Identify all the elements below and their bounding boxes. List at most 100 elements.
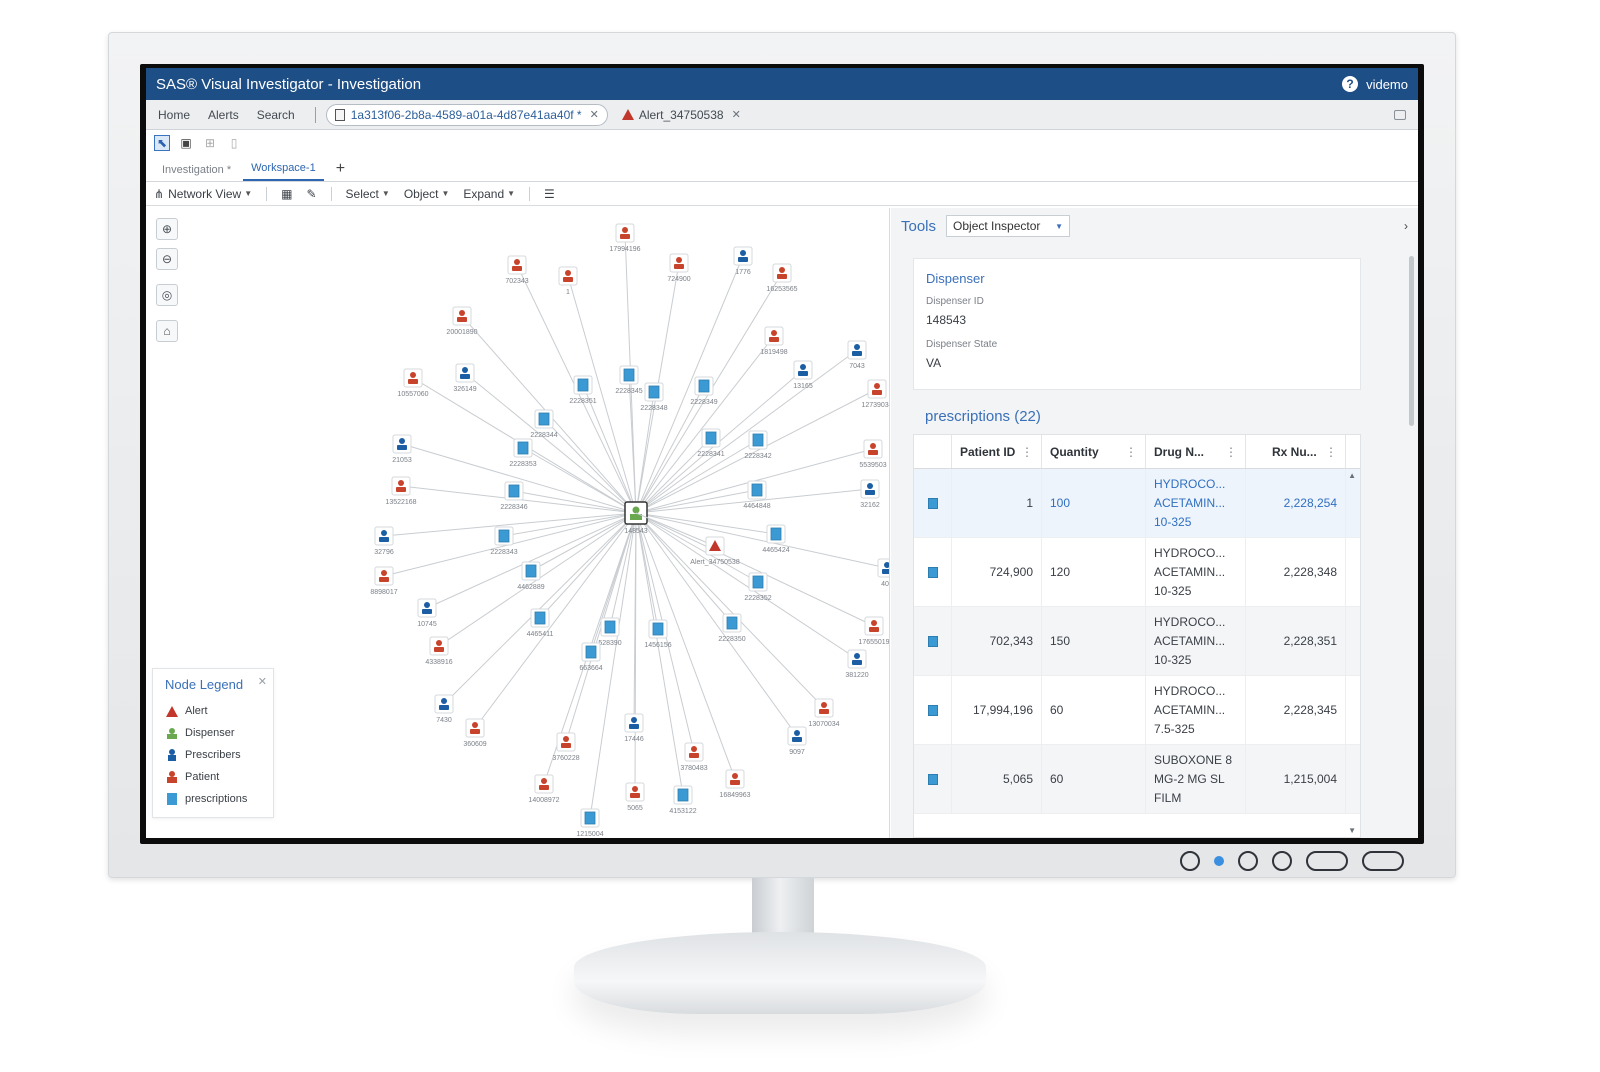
column-menu-icon[interactable]: ⋮ [1125, 445, 1137, 459]
graph-node-prescriber[interactable] [847, 340, 867, 360]
graph-node-prescription[interactable] [673, 785, 693, 805]
graph-node-patient[interactable] [725, 769, 745, 789]
nav-alerts[interactable]: Alerts [208, 108, 239, 122]
help-icon[interactable]: ? [1342, 76, 1359, 92]
column-menu-icon[interactable]: ⋮ [1225, 445, 1237, 459]
tab-investigation[interactable]: Investigation * [154, 160, 239, 181]
close-icon[interactable]: ✕ [590, 108, 599, 121]
graph-node-patient[interactable] [429, 636, 449, 656]
chevron-right-icon[interactable]: › [1404, 219, 1408, 233]
graph-node-patient[interactable] [625, 782, 645, 802]
column-patient-id[interactable]: Patient ID ⋮ [952, 435, 1042, 468]
graph-node-prescription[interactable] [701, 428, 721, 448]
graph-node-prescription[interactable] [580, 808, 600, 828]
graph-node-prescription[interactable] [504, 481, 524, 501]
graph-node-patient[interactable] [534, 774, 554, 794]
document-tab[interactable]: 1a313f06-2b8a-4589-a01a-4d87e41aa40f * ✕ [325, 103, 608, 126]
graph-node-prescriber[interactable] [417, 598, 437, 618]
graph-node-prescription[interactable] [619, 365, 639, 385]
graph-node-prescriber[interactable] [392, 434, 412, 454]
graph-node-prescriber[interactable] [624, 713, 644, 733]
object-inspector-select[interactable]: Object Inspector ▼ [946, 215, 1071, 237]
graph-node-prescription[interactable] [748, 572, 768, 592]
zoom-out-icon[interactable]: ⊖ [156, 248, 178, 270]
graph-node-patient[interactable] [684, 742, 704, 762]
select-menu[interactable]: Select ▼ [346, 187, 390, 201]
nav-home[interactable]: Home [158, 108, 190, 122]
save-icon[interactable]: ▣ [178, 135, 194, 151]
overview-icon[interactable]: ⌂ [156, 320, 178, 342]
graph-node-prescriber[interactable] [733, 246, 753, 266]
graph-node-prescriber[interactable] [860, 479, 880, 499]
table-row[interactable]: 17,994,196 60 HYDROCO... ACETAMIN... 7.5-325… [914, 676, 1360, 745]
graph-node-patient[interactable] [772, 263, 792, 283]
table-row[interactable]: 724,900 120 HYDROCO... ACETAMIN... 10-325 2,2… [914, 538, 1360, 607]
graph-node-patient[interactable] [863, 439, 883, 459]
graph-node-patient[interactable] [864, 616, 884, 636]
graph-node-prescription[interactable] [766, 524, 786, 544]
expand-menu[interactable]: Expand ▼ [463, 187, 515, 201]
restore-window-icon[interactable] [1394, 109, 1406, 120]
nav-search[interactable]: Search [257, 108, 295, 122]
user-name[interactable]: videmo [1366, 77, 1408, 92]
graph-node-prescription[interactable] [581, 642, 601, 662]
graph-node-prescriber[interactable] [434, 694, 454, 714]
graph-node-prescriber[interactable] [455, 363, 475, 383]
graph-node-patient[interactable] [669, 253, 689, 273]
close-icon[interactable]: ✕ [258, 675, 267, 688]
graph-node-prescriber[interactable] [787, 726, 807, 746]
fit-view-icon[interactable]: ◎ [156, 284, 178, 306]
graph-node-prescriber[interactable] [877, 558, 890, 578]
column-rx-number[interactable]: Rx Nu... ⋮ [1246, 435, 1346, 468]
table-row[interactable]: 702,343 150 HYDROCO... ACETAMIN... 10-325 2,2… [914, 607, 1360, 676]
graph-node-prescription[interactable] [600, 617, 620, 637]
column-menu-icon[interactable]: ⋮ [1021, 445, 1033, 459]
graph-node-prescription[interactable] [494, 526, 514, 546]
scroll-up-icon[interactable]: ▲ [1348, 471, 1356, 480]
network-view-menu[interactable]: ⋔ Network View ▼ [154, 187, 252, 201]
graph-node-prescriber[interactable] [793, 360, 813, 380]
scroll-down-icon[interactable]: ▼ [1348, 826, 1356, 835]
graph-node-prescription[interactable] [534, 409, 554, 429]
panel-scrollbar[interactable] [1409, 256, 1414, 426]
graph-node-patient[interactable] [867, 379, 887, 399]
graph-node-patient[interactable] [452, 306, 472, 326]
list-view-icon[interactable]: ☰ [544, 187, 555, 201]
graph-node-patient[interactable] [615, 223, 635, 243]
graph-node-prescription[interactable] [648, 619, 668, 639]
graph-node-patient[interactable] [465, 718, 485, 738]
add-tab-icon[interactable]: + [328, 160, 353, 181]
graph-node-patient[interactable] [764, 326, 784, 346]
pointer-icon[interactable]: ⬉ [154, 135, 170, 151]
graph-node-patient[interactable] [814, 698, 834, 718]
graph-node-patient[interactable] [374, 566, 394, 586]
alert-tab[interactable]: Alert_34750538 ✕ [621, 108, 741, 122]
graph-node-prescription[interactable] [521, 561, 541, 581]
delete-icon[interactable]: ▯ [226, 135, 242, 151]
column-quantity[interactable]: Quantity ⋮ [1042, 435, 1146, 468]
tab-workspace-1[interactable]: Workspace-1 [243, 158, 324, 181]
table-row[interactable]: 5,065 60 SUBOXONE 8 MG-2 MG SL FILM 1,215,004 [914, 745, 1360, 814]
pin-icon[interactable]: ✎ [306, 187, 316, 201]
object-menu[interactable]: Object ▼ [404, 187, 450, 201]
graph-node-prescription[interactable] [722, 613, 742, 633]
graph-node-patient[interactable] [403, 368, 423, 388]
graph-node-prescription[interactable] [573, 375, 593, 395]
graph-node-prescription[interactable] [694, 376, 714, 396]
graph-node-prescriber[interactable] [374, 526, 394, 546]
column-menu-icon[interactable]: ⋮ [1325, 445, 1337, 459]
graph-node-prescription[interactable] [530, 608, 550, 628]
graph-node-prescription[interactable] [644, 382, 664, 402]
graph-node-prescription[interactable] [513, 438, 533, 458]
graph-node-patient[interactable] [558, 266, 578, 286]
graph-node-patient[interactable] [391, 476, 411, 496]
graph-node-prescription[interactable] [747, 480, 767, 500]
close-icon[interactable]: ✕ [732, 108, 741, 121]
column-drug-name[interactable]: Drug N... ⋮ [1146, 435, 1246, 468]
layout-icon[interactable]: ⊞ [202, 135, 218, 151]
prescriptions-title[interactable]: prescriptions (22) [925, 408, 1041, 425]
zoom-in-icon[interactable]: ⊕ [156, 218, 178, 240]
table-row[interactable]: 1 100 HYDROCO... ACETAMIN... 10-325 2,228,254 [914, 469, 1360, 538]
graph-node-prescription[interactable] [748, 430, 768, 450]
graph-node-patient[interactable] [556, 732, 576, 752]
